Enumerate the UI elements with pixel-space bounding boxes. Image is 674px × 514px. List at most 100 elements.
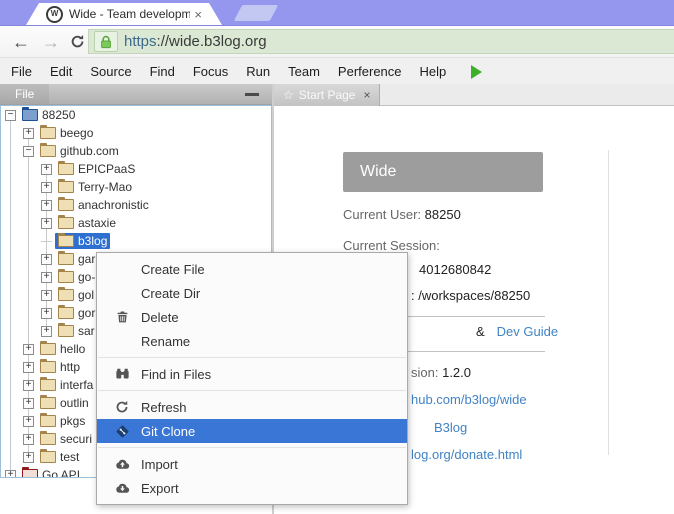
tree-node-astaxie[interactable]: + astaxie (1, 214, 271, 232)
context-menu-item-create-file[interactable]: Create File (97, 257, 407, 281)
tree-node-label: hello (60, 342, 85, 356)
node-box: gar (55, 251, 98, 267)
expand-icon[interactable]: + (5, 470, 16, 479)
context-menu-separator (98, 447, 406, 448)
context-menu-separator (98, 357, 406, 358)
expand-icon[interactable]: + (41, 200, 52, 211)
node-box: gol (55, 287, 97, 303)
context-menu-item-label: Find in Files (141, 367, 211, 382)
repo-link-fragment[interactable]: hub.com/b3log/wide (411, 392, 527, 407)
node-box: anachronistic (55, 197, 152, 213)
tree-node-beego[interactable]: + beego (1, 124, 271, 142)
tree-node-label: astaxie (78, 216, 116, 230)
folder-icon (40, 361, 56, 373)
folder-icon (40, 127, 56, 139)
current-user-number: 88250 (425, 207, 461, 222)
expand-icon[interactable]: + (41, 308, 52, 319)
current-user-label: Current User: (343, 207, 421, 222)
node-box: go- (55, 269, 98, 285)
node-box: http (37, 359, 83, 375)
tree-node-epicpaas[interactable]: + EPICPaaS (1, 160, 271, 178)
expand-icon[interactable]: + (41, 272, 52, 283)
expand-icon[interactable]: + (23, 416, 34, 427)
expand-icon[interactable]: + (41, 218, 52, 229)
refresh-icon (112, 400, 132, 414)
expand-icon[interactable]: + (23, 452, 34, 463)
collapse-icon[interactable]: − (23, 146, 34, 157)
context-menu-item-create-dir[interactable]: Create Dir (97, 281, 407, 305)
node-box: Go API (19, 467, 83, 478)
context-menu-item-git-clone[interactable]: Git Clone (97, 419, 407, 443)
folder-icon (58, 163, 74, 175)
expand-icon[interactable]: + (23, 128, 34, 139)
workspace-fragment: : /workspaces/88250 (411, 288, 530, 303)
tree-node-anachronistic[interactable]: + anachronistic (1, 196, 271, 214)
context-menu-item-export[interactable]: Export (97, 476, 407, 500)
cloud-download-icon (112, 481, 132, 495)
donate-link-fragment[interactable]: log.org/donate.html (411, 447, 522, 462)
folder-icon (58, 235, 74, 247)
tree-node-label: outlin (60, 396, 89, 410)
tree-node-label: gol (78, 288, 94, 302)
context-menu-item-label: Rename (141, 334, 190, 349)
node-box: astaxie (55, 215, 119, 231)
tree-node-label: anachronistic (78, 198, 149, 212)
expand-icon[interactable]: + (41, 254, 52, 265)
expand-icon[interactable]: + (23, 434, 34, 445)
team-link-fragment[interactable]: B3log (434, 420, 467, 435)
context-menu-item-rename[interactable]: Rename (97, 329, 407, 353)
tree-node-label: sar (78, 324, 95, 338)
folder-icon (22, 469, 38, 478)
tree-node-label: b3log (78, 234, 107, 248)
context-menu-item-label: Refresh (141, 400, 187, 415)
browser-window: W Wide - Team developm × ← → https://wid… (0, 0, 674, 514)
folder-icon (40, 433, 56, 445)
tree-node-label: beego (60, 126, 93, 140)
context-menu-item-delete[interactable]: Delete (97, 305, 407, 329)
folder-icon (58, 253, 74, 265)
expand-icon[interactable]: + (41, 326, 52, 337)
tree-node-label: github.com (60, 144, 119, 158)
node-box: EPICPaaS (55, 161, 138, 177)
node-box: gor (55, 305, 98, 321)
node-box: test (37, 449, 82, 465)
expand-icon[interactable]: + (41, 290, 52, 301)
context-menu-item-label: Delete (141, 310, 179, 325)
guide-links-line: &Dev Guide (476, 324, 558, 339)
tree-connector (41, 241, 52, 242)
expand-icon[interactable]: + (41, 164, 52, 175)
folder-icon (40, 343, 56, 355)
context-menu-item-find-in-files[interactable]: Find in Files (97, 362, 407, 386)
collapse-icon[interactable]: − (5, 110, 16, 121)
tree-node-b3log[interactable]: b3log (1, 232, 271, 250)
node-box: github.com (37, 143, 122, 159)
dev-guide-link[interactable]: Dev Guide (497, 324, 558, 339)
context-menu-item-import[interactable]: Import (97, 452, 407, 476)
wide-banner: Wide (343, 152, 543, 192)
tree-node-github-com[interactable]: − github.com (1, 142, 271, 160)
node-box: 88250 (19, 107, 78, 123)
folder-icon (58, 217, 74, 229)
expand-icon[interactable]: + (23, 398, 34, 409)
expand-icon[interactable]: + (23, 380, 34, 391)
node-box: pkgs (37, 413, 88, 429)
tree-node-terry-mao[interactable]: +Terry-Mao (1, 178, 271, 196)
current-user-line: Current User: 88250 (343, 207, 461, 222)
expand-icon[interactable]: + (23, 362, 34, 373)
folder-icon (40, 451, 56, 463)
expand-icon[interactable]: + (41, 182, 52, 193)
context-menu-item-refresh[interactable]: Refresh (97, 395, 407, 419)
tree-node-label: EPICPaaS (78, 162, 135, 176)
folder-icon (40, 145, 56, 157)
ampersand: & (476, 324, 485, 339)
tree-node-label: interfa (60, 378, 93, 392)
folder-icon (22, 109, 38, 121)
expand-icon[interactable]: + (23, 344, 34, 355)
tree-node-88250[interactable]: −88250 (1, 106, 271, 124)
tree-node-label: Go API (42, 468, 80, 478)
folder-icon (40, 379, 56, 391)
context-menu-item-label: Export (141, 481, 179, 496)
context-menu-item-label: Import (141, 457, 178, 472)
context-menu-item-label: Create File (141, 262, 205, 277)
node-box: Terry-Mao (55, 179, 135, 195)
